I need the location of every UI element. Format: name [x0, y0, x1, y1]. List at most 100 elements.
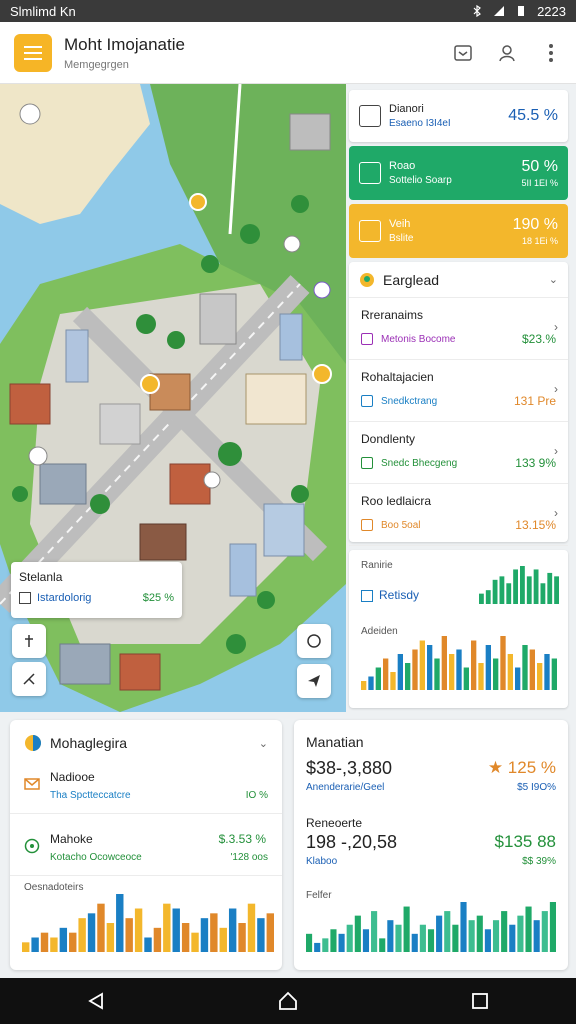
chevron-right-icon[interactable]: ›	[554, 320, 558, 334]
map-locate-button[interactable]	[12, 624, 46, 658]
back-button[interactable]	[76, 981, 116, 1021]
menu-button[interactable]	[14, 33, 52, 72]
chevron-right-icon[interactable]: ›	[554, 444, 558, 458]
profile-button[interactable]	[496, 42, 518, 64]
chart-bar	[106, 923, 115, 952]
chart-bar	[97, 903, 105, 952]
city-map[interactable]: Stelanla Istardolorig $25 %	[0, 84, 346, 712]
list-item[interactable]: Rohaltajacien Snedkctrang 131 Pre ›	[349, 360, 568, 422]
chart-bar	[125, 918, 133, 952]
kpi-1-subtitle: Esaeno I3I4eI	[389, 118, 451, 129]
chart-bar	[87, 913, 96, 952]
map-card-subtitle: Istardolorig	[37, 592, 92, 604]
directions-icon	[308, 675, 320, 687]
list-item-subtitle: Metonis Bocome	[381, 333, 456, 345]
chart-bar	[525, 906, 532, 952]
chart-bar	[478, 663, 484, 690]
chevron-right-icon[interactable]: ›	[554, 382, 558, 396]
map-compass-button[interactable]	[12, 662, 46, 696]
map-layers-button[interactable]	[297, 624, 331, 658]
list-item-icon	[361, 519, 373, 531]
recents-button[interactable]	[460, 981, 500, 1021]
card-right-amount-1-sub: Anenderarie/Geel	[306, 782, 385, 793]
globe-icon	[25, 735, 41, 751]
chart-bar	[520, 566, 525, 604]
card-left-row-1-value: IO %	[245, 790, 268, 801]
chart-bar	[544, 654, 550, 690]
chart-bar	[485, 590, 491, 604]
card-left-row-2[interactable]: Mahoke $.3.53 % Kotacho Ocowceoce '128 o…	[10, 832, 282, 863]
chart-bar	[397, 654, 403, 690]
chart-bar	[513, 569, 518, 604]
chart-bar	[22, 942, 30, 952]
list-item[interactable]: Dondlenty Snedc Bhecgeng 133 9% ›	[349, 422, 568, 484]
chart-bar	[499, 576, 505, 604]
home-button[interactable]	[268, 981, 308, 1021]
chart-bar	[247, 903, 256, 952]
app-title: Moht Imojanatie	[64, 34, 185, 54]
list-item-value: 131 Pre	[513, 394, 556, 408]
chart-bar	[468, 920, 475, 952]
chart-bar	[403, 906, 410, 952]
chart-bar	[551, 658, 557, 690]
chart-bar	[506, 583, 512, 604]
compass-icon	[23, 673, 35, 685]
kpi-2-value: 50 %	[521, 158, 558, 175]
list-item[interactable]: Roo ledlaicra Boo 5oal 13.15% ›	[349, 484, 568, 546]
card-left-row-1-subtitle: Tha Spctteccatcre	[50, 790, 131, 801]
list-item-icon	[361, 457, 373, 469]
chart-top-label: Ranirie	[361, 560, 393, 571]
list-panel-header[interactable]: Earglead ⌄	[349, 262, 568, 298]
chart-bar	[456, 649, 462, 690]
kpi-2-value-sub: 5II 1EI %	[521, 178, 558, 188]
more-button[interactable]	[540, 42, 562, 64]
system-nav-bar	[0, 978, 576, 1024]
map-info-card[interactable]: Stelanla Istardolorig $25 %	[11, 562, 182, 618]
chevron-down-icon[interactable]: ⌄	[259, 737, 268, 750]
kpi-doc-icon	[359, 105, 381, 127]
chart-bar	[549, 902, 556, 952]
chart-bar	[210, 913, 218, 952]
map-directions-button[interactable]	[297, 664, 331, 698]
kpi-column: Dianori Esaeno I3I4eI 45.5 % Roao Sottel…	[349, 90, 568, 262]
kpi-card-3[interactable]: Veih Bslite 190 % 18 1Ei %	[349, 204, 568, 258]
chart-bar	[228, 908, 237, 952]
card-right-amount-2-sub: Klaboo	[306, 856, 338, 867]
card-left-bars	[22, 894, 274, 952]
card-right-bars	[306, 902, 556, 952]
chart-bar	[134, 908, 143, 952]
chart-bar	[449, 654, 455, 690]
list-item-subtitle: Boo 5oal	[381, 519, 421, 531]
kpi-card-2[interactable]: Roao Sottelio Soarp 50 % 5II 1EI %	[349, 146, 568, 200]
chevron-down-icon[interactable]: ⌄	[549, 273, 558, 286]
chart-bar	[476, 915, 483, 952]
list-item-subtitle: Snedc Bhecgeng	[381, 457, 458, 469]
chart-bar	[509, 924, 516, 952]
map-card-title: Stelanla	[19, 570, 63, 584]
inbox-icon	[454, 44, 472, 61]
list-item[interactable]: Rreranaims Metonis Bocome $23.% ›	[349, 298, 568, 360]
card-left-row-1[interactable]: Nadiooe Tha Spctteccatcre IO %	[10, 770, 282, 801]
chart-bar	[427, 645, 433, 690]
summary-card-right: Manatian $38-,3,880 Anenderarie/Geel ★ 1…	[294, 720, 568, 970]
kpi-3-subtitle: Bslite	[389, 233, 414, 244]
mail-icon	[24, 778, 40, 790]
inbox-button[interactable]	[452, 42, 474, 64]
list-item-icon	[361, 333, 373, 345]
chart-bar	[452, 924, 459, 952]
chart-top-bars	[479, 566, 559, 604]
chevron-right-icon[interactable]: ›	[554, 506, 558, 520]
kpi-cup-icon	[359, 162, 381, 184]
layers-icon	[307, 634, 321, 648]
chart-bar	[547, 572, 553, 604]
card-right-rate-2-sub: $$ 39%	[522, 856, 556, 867]
card-left-row-2-top-value: $.3.53 %	[218, 832, 266, 846]
kpi-card-1[interactable]: Dianori Esaeno I3I4eI 45.5 %	[349, 90, 568, 142]
card-left-title: Mohaglegira	[50, 735, 128, 751]
kpi-1-value: 45.5 %	[508, 107, 558, 124]
chart-bar	[537, 663, 543, 690]
list-item-title: Dondlenty	[361, 432, 416, 446]
chart-bar	[59, 927, 68, 952]
chart-bar	[371, 911, 378, 952]
card-left-row-2-subtitle: Kotacho Ocowceoce	[50, 852, 142, 863]
